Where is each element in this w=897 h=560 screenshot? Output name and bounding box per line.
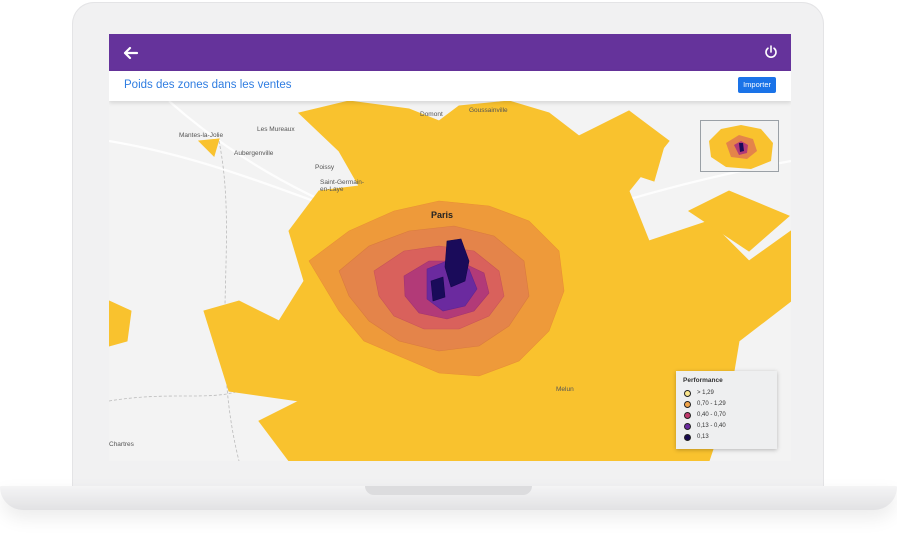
legend-label: 0,40 - 0,70: [697, 412, 726, 418]
city-label: Aubergenville: [234, 150, 274, 157]
paris-label: Paris: [431, 210, 453, 220]
city-label: Saint-Germain-en-Laye: [320, 179, 365, 193]
legend-label: 0,13 - 0,40: [697, 423, 726, 429]
page-header: Poids des zones dans les ventes Importer: [109, 71, 791, 101]
legend-swatch: [684, 400, 691, 408]
laptop-notch: [365, 486, 532, 495]
page-title: Poids des zones dans les ventes: [124, 79, 292, 91]
app-screen: Poids des zones dans les ventes Importer: [109, 34, 791, 461]
power-icon: [765, 45, 777, 58]
city-label: Poissy: [315, 164, 335, 171]
city-label: Domont: [420, 111, 443, 118]
arrow-left-icon: [123, 46, 139, 60]
logout-button[interactable]: [763, 44, 779, 60]
minimap-canvas: [701, 121, 778, 171]
city-label: Melun: [556, 386, 574, 393]
top-app-bar: [109, 34, 791, 71]
legend-item: 0,70 - 1,29: [684, 399, 726, 409]
legend-item: 0,13: [684, 432, 709, 442]
legend-label: 0,13: [697, 434, 709, 440]
city-label: Les Mureaux: [257, 126, 295, 133]
back-button[interactable]: [121, 43, 141, 63]
minimap[interactable]: [700, 120, 779, 172]
legend-swatch: [684, 422, 691, 430]
legend-item: 0,40 - 0,70: [684, 410, 726, 420]
legend-item: 0,13 - 0,40: [684, 421, 726, 431]
legend-item: > 1,29: [684, 388, 714, 398]
city-label: Goussainville: [469, 107, 508, 114]
legend: Performance > 1,29 0,70 - 1,29 0,40 - 0,…: [676, 371, 777, 449]
legend-swatch: [684, 389, 691, 397]
legend-swatch: [684, 411, 691, 419]
legend-label: 0,70 - 1,29: [697, 401, 726, 407]
city-label: Mantes-la-Jolie: [179, 132, 224, 139]
legend-label: > 1,29: [697, 390, 714, 396]
import-button[interactable]: Importer: [738, 77, 776, 93]
city-label: Chartres: [109, 441, 134, 448]
legend-swatch: [684, 433, 691, 441]
legend-title: Performance: [683, 377, 723, 384]
